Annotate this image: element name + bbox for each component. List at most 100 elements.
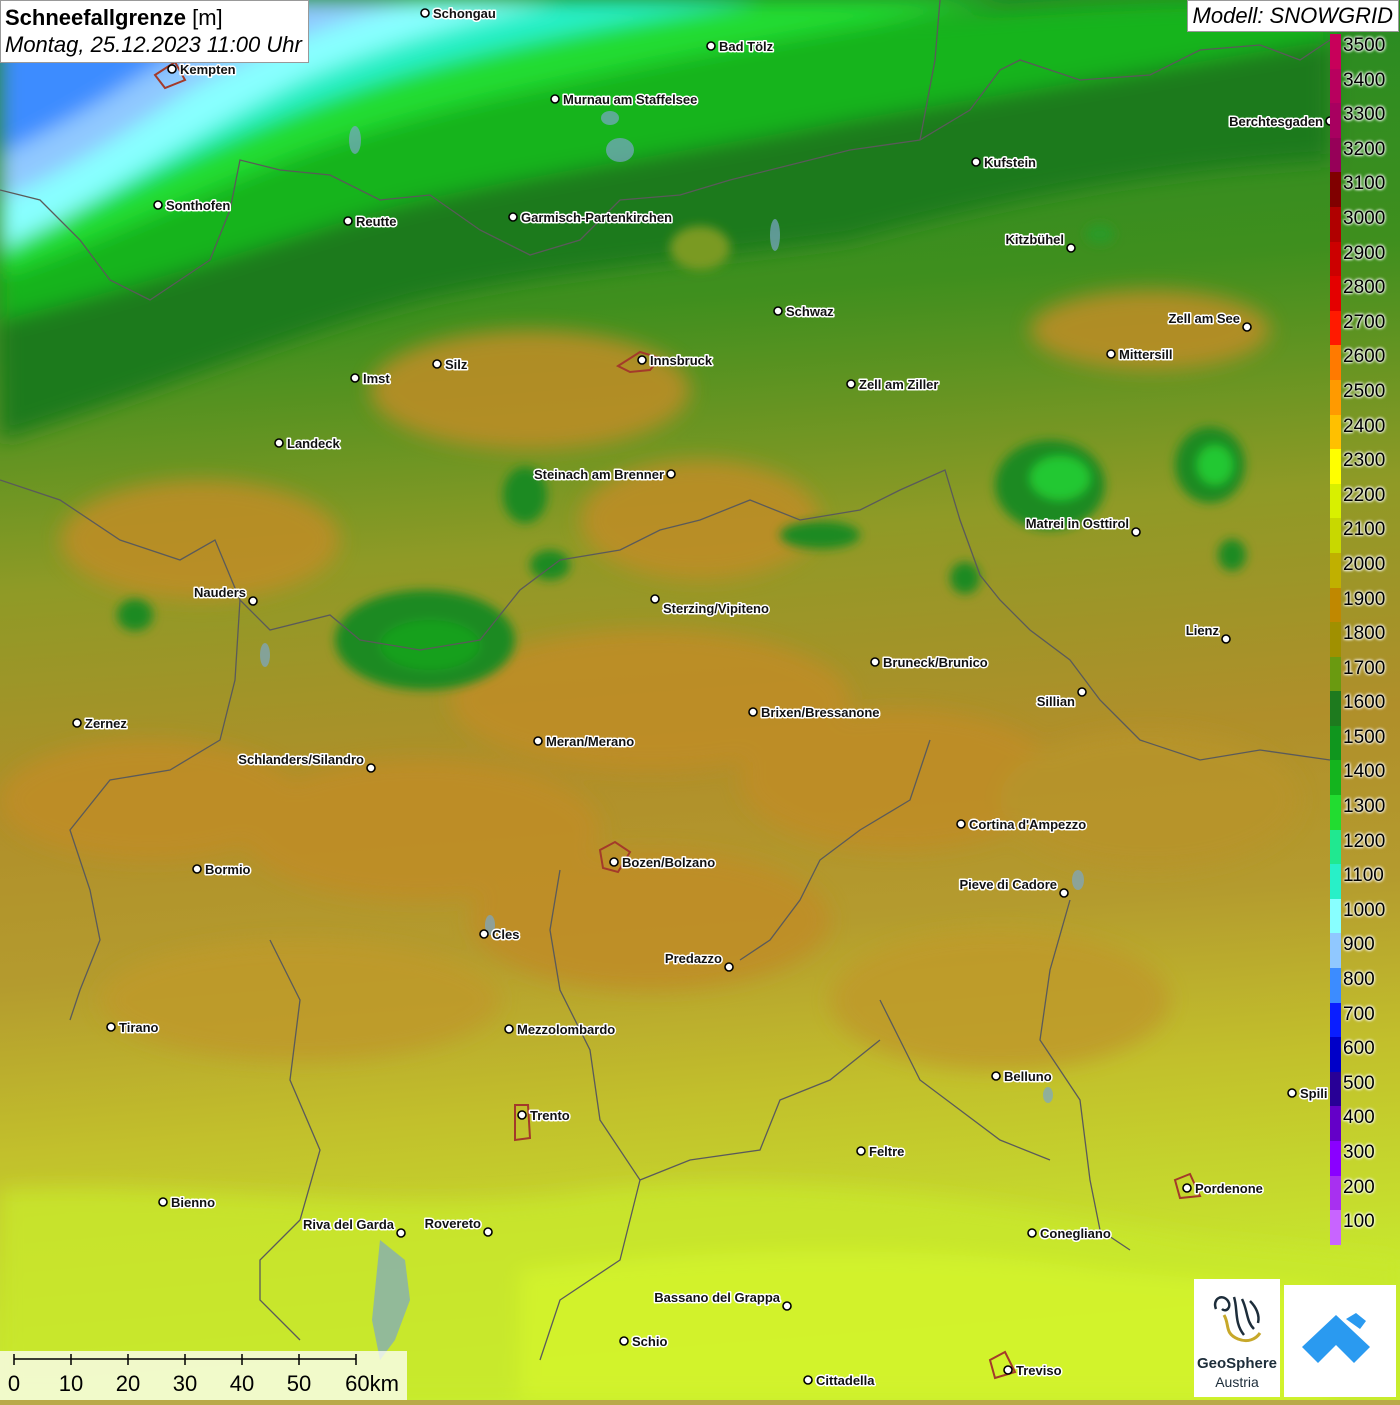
- legend-swatch: [1330, 1002, 1341, 1038]
- city-dot-icon: [870, 657, 880, 667]
- city-dot-icon: [420, 8, 430, 18]
- city-label: Sterzing/Vipiteno: [663, 601, 769, 616]
- scale-bar: 0 10 20 30 40 50 60km: [0, 1351, 407, 1400]
- legend-entry: 200: [1330, 1175, 1400, 1211]
- city-dot-icon: [1182, 1183, 1192, 1193]
- city-dot-icon: [609, 857, 619, 867]
- city-marker: Murnau am Staffelsee: [550, 91, 699, 109]
- city-label: Brixen/Bressanone: [761, 705, 880, 720]
- legend-entry: 1500: [1330, 725, 1400, 761]
- legend-swatch: [1330, 656, 1341, 692]
- city-dot-icon: [517, 1110, 527, 1120]
- legend-label: 1200: [1343, 830, 1386, 852]
- legend-entry: 2700: [1330, 310, 1400, 346]
- city-dot-icon: [782, 1301, 792, 1311]
- city-label: Reutte: [356, 214, 396, 229]
- legend-swatch: [1330, 518, 1341, 553]
- legend-label: 2900: [1343, 242, 1386, 264]
- scale-bar-graphic: 0 10 20 30 40 50 60km: [8, 1354, 399, 1396]
- legend-entry: 1200: [1330, 829, 1400, 865]
- city-dot-icon: [1027, 1228, 1037, 1238]
- logo-line2: Austria: [1215, 1374, 1259, 1390]
- legend-label: 100: [1343, 1211, 1375, 1233]
- city-dot-icon: [192, 864, 202, 874]
- city-dot-icon: [846, 379, 856, 389]
- legend-entry: 300: [1330, 1141, 1400, 1176]
- map-title-bold: Schneefallgrenze: [5, 5, 186, 30]
- city-label: Innsbruck: [650, 353, 713, 368]
- legend-entry: 1000: [1330, 898, 1400, 934]
- city-label: Trento: [530, 1108, 570, 1123]
- legend-label: 2100: [1343, 519, 1386, 541]
- legend-entry: 2500: [1330, 379, 1400, 415]
- legend-swatch: [1330, 968, 1341, 1003]
- legend-swatch: [1330, 691, 1341, 726]
- city-label: Garmisch-Partenkirchen: [521, 210, 672, 225]
- city-dot-icon: [1131, 527, 1141, 537]
- legend-label: 2300: [1343, 450, 1386, 472]
- legend-entry: 3500: [1330, 34, 1400, 69]
- city-dot-icon: [508, 212, 518, 222]
- city-dot-icon: [550, 94, 560, 104]
- city-label: Cortina d'Ampezzo: [969, 817, 1086, 832]
- city-label: Kempten: [180, 62, 236, 77]
- legend-swatch: [1330, 1106, 1341, 1141]
- legend-swatch: [1330, 310, 1341, 346]
- city-dot-icon: [1066, 243, 1076, 253]
- legend-label: 500: [1343, 1072, 1375, 1094]
- city-label: Lienz: [1186, 623, 1220, 638]
- city-marker: Steinach am Brenner: [532, 466, 676, 484]
- legend-swatch: [1330, 933, 1341, 969]
- partner-logo: [1284, 1285, 1396, 1397]
- legend-swatch: [1330, 483, 1341, 519]
- legend-entry: 1100: [1330, 864, 1400, 899]
- legend-entry: 2900: [1330, 241, 1400, 277]
- city-dot-icon: [706, 41, 716, 51]
- city-dot-icon: [72, 718, 82, 728]
- legend-label: 3400: [1343, 69, 1386, 91]
- city-label: Cittadella: [816, 1373, 875, 1388]
- legend-swatch: [1330, 864, 1341, 899]
- legend-label: 600: [1343, 1038, 1375, 1060]
- legend-entry: 3000: [1330, 206, 1400, 242]
- snowfall-line-map[interactable]: Schongau Bad Tölz Kempten Murnau am Staffel…: [0, 0, 1400, 1400]
- city-marker: Conegliano: [1027, 1225, 1112, 1243]
- city-label: Mittersill: [1119, 347, 1172, 362]
- city-dot-icon: [167, 64, 177, 74]
- city-label: Riva del Garda: [303, 1217, 395, 1232]
- city-label: Bormio: [205, 862, 251, 877]
- city-label: Matrei in Osttirol: [1026, 516, 1129, 531]
- city-label: Schlanders/Silandro: [238, 752, 364, 767]
- city-dot-icon: [666, 469, 676, 479]
- city-dot-icon: [1242, 322, 1252, 332]
- map-title: Schneefallgrenze [m]: [5, 4, 302, 31]
- city-label: Kitzbühel: [1006, 232, 1065, 247]
- legend-entry: 1300: [1330, 795, 1400, 830]
- legend-entry: 2800: [1330, 276, 1400, 311]
- legend-entry: 3100: [1330, 172, 1400, 207]
- city-label: Schongau: [433, 6, 496, 21]
- city-label: Tirano: [119, 1020, 159, 1035]
- legend-swatch: [1330, 276, 1341, 311]
- city-label: Landeck: [287, 436, 341, 451]
- city-dot-icon: [432, 359, 442, 369]
- legend-swatch: [1330, 622, 1341, 657]
- city-marker: Brixen/Bressanone: [748, 704, 881, 722]
- city-label: Sonthofen: [166, 198, 230, 213]
- city-dot-icon: [856, 1146, 866, 1156]
- scale-tick-label: 30: [173, 1371, 197, 1396]
- city-label: Schio: [632, 1334, 667, 1349]
- legend-entry: 800: [1330, 968, 1400, 1003]
- city-marker: Mezzolombardo: [504, 1021, 617, 1039]
- city-dot-icon: [748, 707, 758, 717]
- legend-label: 700: [1343, 1003, 1375, 1025]
- legend-label: 2600: [1343, 346, 1386, 368]
- city-dot-icon: [1059, 888, 1069, 898]
- legend-label: 3300: [1343, 104, 1386, 126]
- city-marker: Bozen/Bolzano: [609, 854, 717, 872]
- legend-entry: 2600: [1330, 345, 1400, 380]
- legend-swatch: [1330, 1141, 1341, 1176]
- city-label: Zell am See: [1168, 311, 1240, 326]
- legend-entry: 2400: [1330, 414, 1400, 450]
- legend-label: 1600: [1343, 692, 1386, 714]
